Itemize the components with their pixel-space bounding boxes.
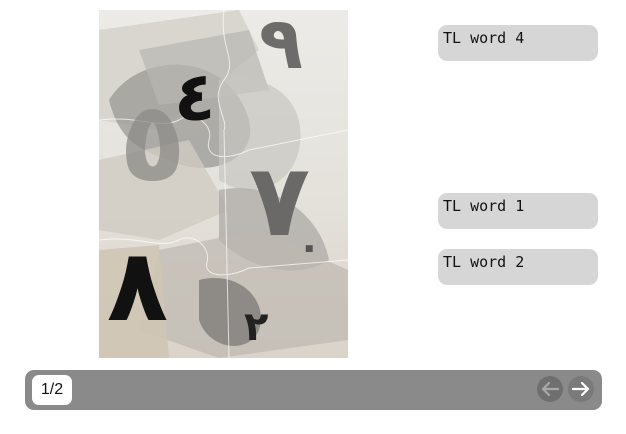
word-card-label: TL word 1	[443, 197, 525, 215]
digit-eight: ٨	[107, 227, 168, 344]
digit-five: ٥	[119, 78, 186, 206]
next-button[interactable]	[568, 376, 594, 402]
word-card-label: TL word 2	[443, 253, 525, 271]
word-card-1[interactable]: TL word 1	[438, 193, 598, 229]
previous-button[interactable]	[537, 376, 563, 402]
digit-nine: ٩	[259, 10, 303, 85]
page-counter: 1/2	[32, 375, 72, 405]
footer-bar: 1/2	[25, 370, 602, 410]
digit-zero: ٠	[297, 224, 321, 270]
arrow-left-icon	[541, 382, 559, 396]
arrow-right-icon	[572, 382, 590, 396]
word-card-2[interactable]: TL word 2	[438, 249, 598, 285]
word-card-4[interactable]: TL word 4	[438, 25, 598, 61]
word-card-label: TL word 4	[443, 29, 525, 47]
puzzle-image: ٩ ٤ ٥ ٧ ٠ ٨ ٢	[99, 10, 348, 358]
digit-two: ٢	[244, 304, 268, 350]
